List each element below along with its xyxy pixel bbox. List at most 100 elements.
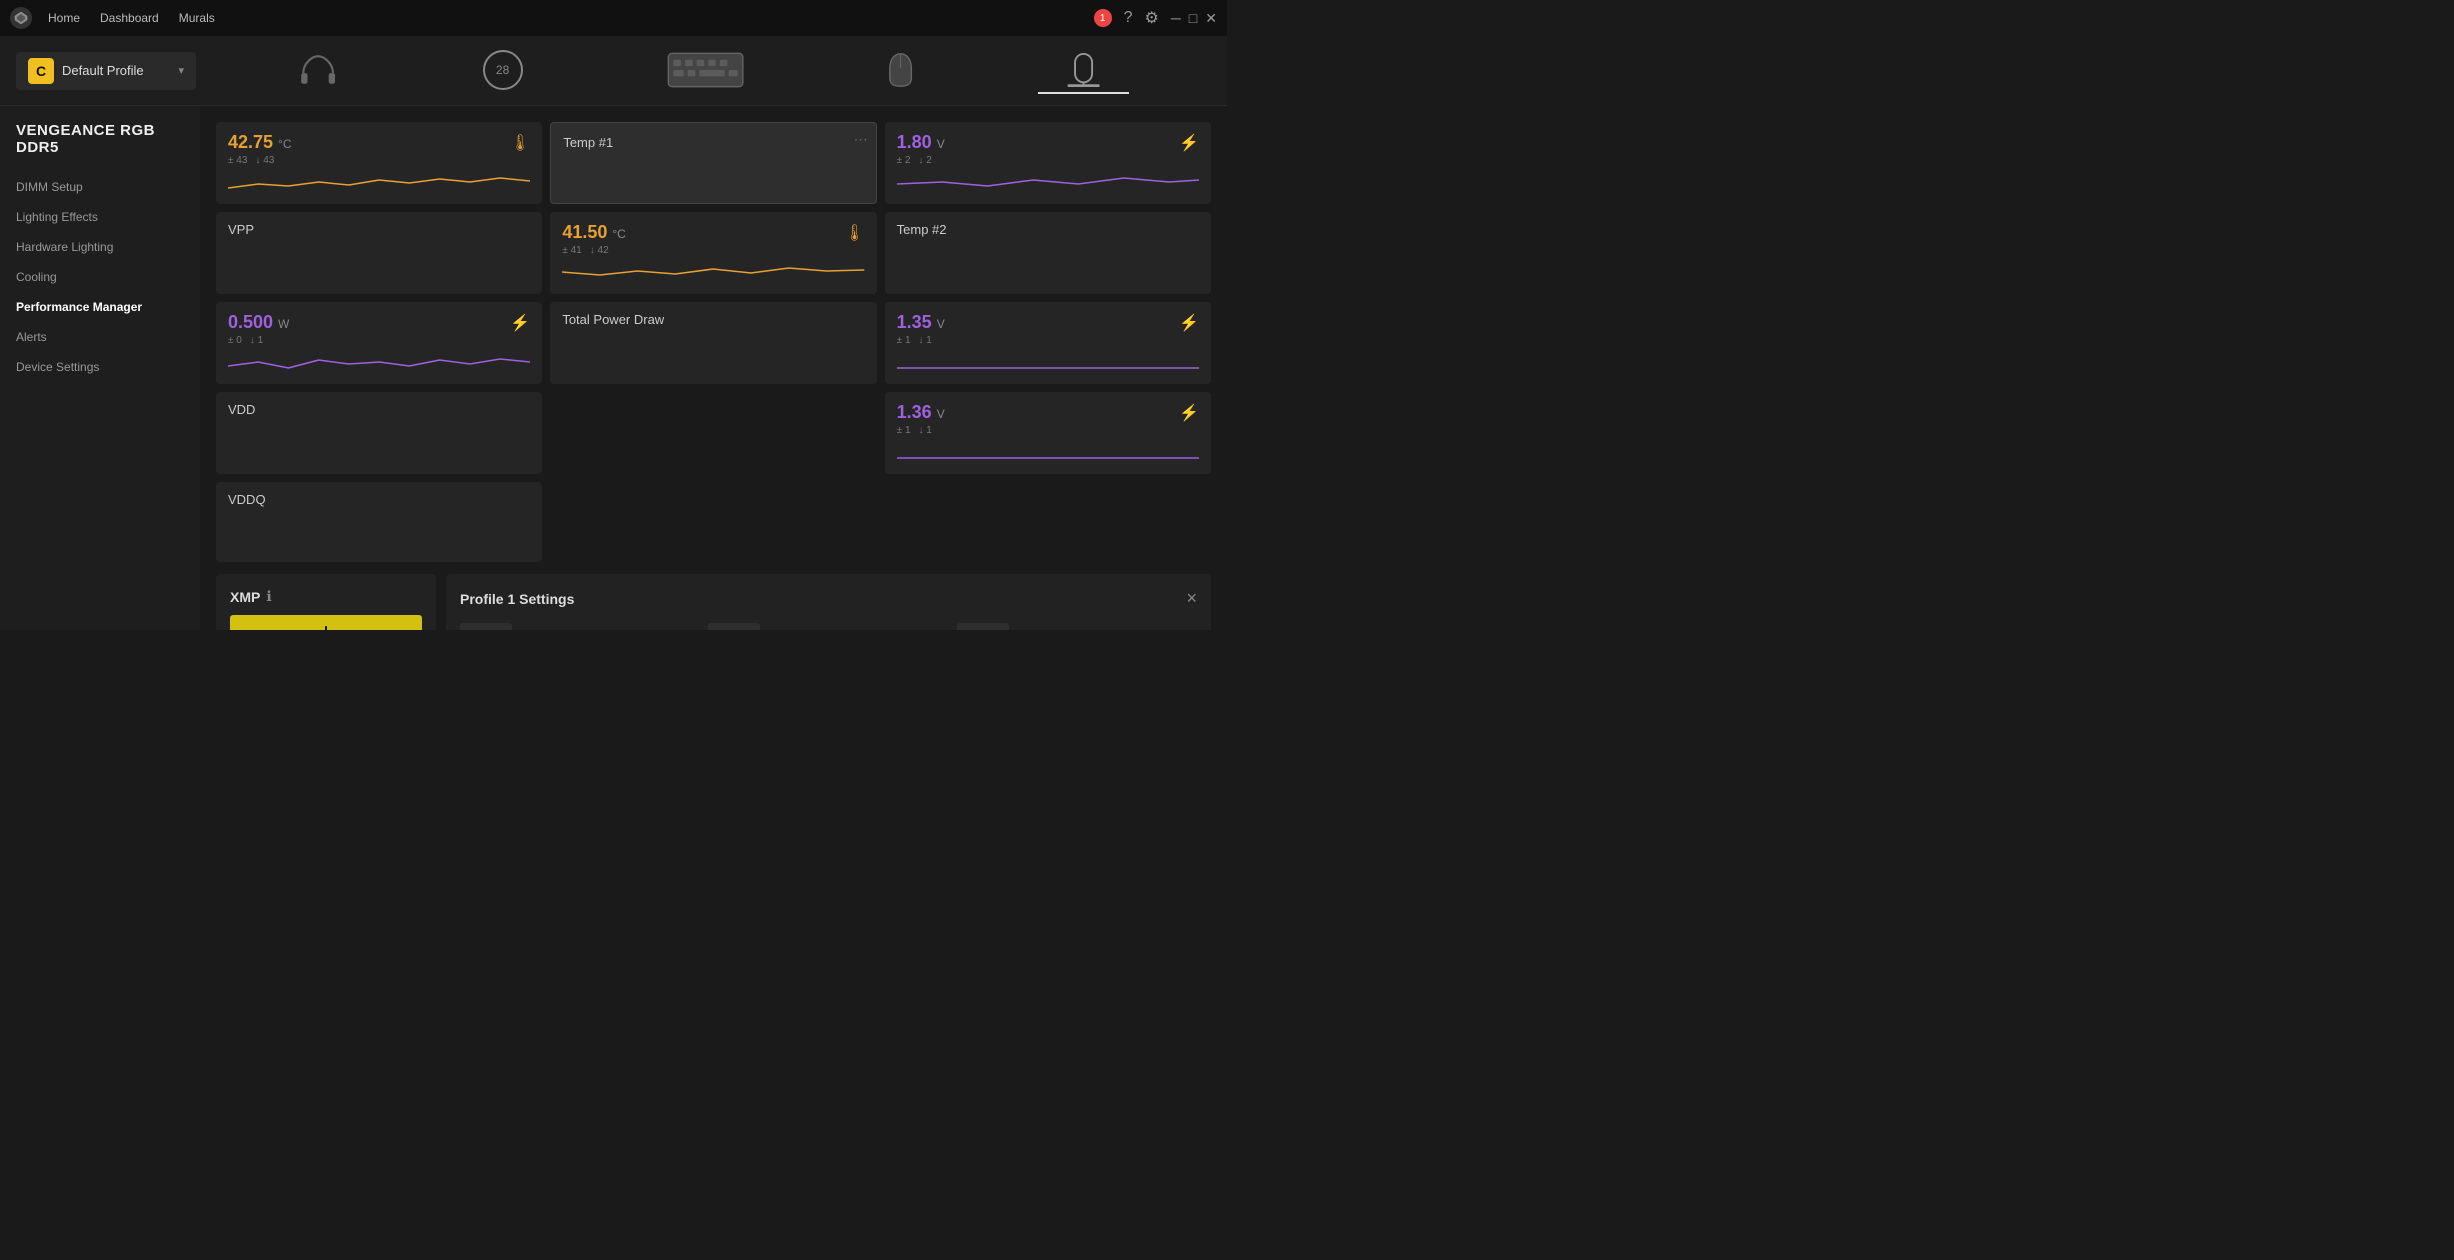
sidebar-item-alerts[interactable]: Alerts	[0, 322, 200, 352]
vddq-value: 1.36	[897, 402, 932, 423]
sensor-card-vdd-label: VDD	[216, 392, 542, 474]
sensor-card-vdd: 1.35 V ⚡ ± 1 ↓ 1	[885, 302, 1211, 384]
vdd-icon: ⚡	[1179, 313, 1199, 333]
xmp-info-icon[interactable]: ℹ	[266, 588, 271, 605]
vddq-unit: V	[937, 407, 945, 421]
setting-speed: 6,000 Speed (MT/s)	[957, 623, 1197, 630]
panel-title: Profile 1 Settings	[460, 591, 574, 607]
temp1-label: Temp #1	[563, 135, 613, 150]
profile-settings-panel: Profile 1 Settings × 1.800 VPP 1.350 VDD…	[446, 574, 1211, 630]
vpp-value: 1.80	[897, 132, 932, 153]
sensor-card-power-label: Total Power Draw	[550, 302, 876, 384]
vddq-label: VDDQ	[228, 492, 266, 507]
vpp-unit: V	[937, 137, 945, 151]
temp1-icon: 🌡	[510, 133, 530, 153]
help-icon[interactable]: ?	[1124, 9, 1133, 27]
device-headset-stand[interactable]	[1038, 48, 1129, 94]
vddq-icon: ⚡	[1179, 403, 1199, 423]
setting-vdd-vddq: 1.350 VDD / VDDQ	[708, 623, 948, 630]
close-button[interactable]: ✕	[1205, 10, 1217, 27]
xmp-add-button[interactable]: +	[230, 615, 422, 630]
gear-icon[interactable]: ⚙	[1145, 8, 1159, 28]
vdd-label: VDD	[228, 402, 255, 417]
sensor-card-vddq-label: VDDQ	[216, 482, 542, 562]
vpp-label: VPP	[228, 222, 254, 237]
temp1-minmax: ± 43 ↓ 43	[228, 155, 530, 166]
temp1-unit: °C	[278, 137, 291, 151]
setting-speed-label: Speed (MT/s)	[1017, 629, 1197, 630]
vpp-icon: ⚡	[1179, 133, 1199, 153]
vpp-minmax: ± 2 ↓ 2	[897, 155, 1199, 166]
nav-murals[interactable]: Murals	[179, 11, 215, 25]
temp2-label: Temp #2	[897, 222, 947, 237]
setting-vpp: 1.800 VPP	[460, 623, 700, 630]
temp2-icon: 🌡	[844, 223, 864, 243]
xmp-header: XMP ℹ	[230, 588, 422, 605]
power-value: 0.500	[228, 312, 273, 333]
sidebar-item-cooling[interactable]: Cooling	[0, 262, 200, 292]
profile-icon: C	[28, 58, 54, 84]
window-controls: ─ □ ✕	[1171, 10, 1217, 27]
power-label: Total Power Draw	[562, 312, 664, 327]
sensor-card-temp2: 41.50 °C 🌡 ± 41 ↓ 42	[550, 212, 876, 294]
sensor-card-temp1-label: Temp #1 ⋯	[550, 122, 876, 204]
profilebar: C Default Profile ▾ 28	[0, 36, 1227, 106]
sensor-grid: 42.75 °C 🌡 ± 43 ↓ 43 Temp	[216, 122, 1211, 562]
temp1-value: 42.75	[228, 132, 273, 153]
setting-vdd-vddq-value: 1.350	[708, 623, 760, 630]
device-keyboard[interactable]	[647, 48, 764, 94]
profile-name: Default Profile	[62, 63, 170, 78]
vddq-chart	[897, 440, 1199, 464]
power-icon: ⚡	[510, 313, 530, 333]
titlebar-right: 1 ? ⚙ ─ □ ✕	[1094, 8, 1217, 28]
temp2-chart	[562, 260, 864, 284]
xmp-panel: XMP ℹ + Profile 1 ⋯	[216, 574, 436, 630]
profile-dropdown-icon: ▾	[178, 64, 184, 77]
device-timer[interactable]: 28	[463, 46, 543, 96]
main-layout: VENGEANCE RGB DDR5 DIMM Setup Lighting E…	[0, 106, 1227, 630]
vpp-chart	[897, 170, 1199, 194]
xmp-title: XMP	[230, 589, 260, 605]
temp2-minmax: ± 41 ↓ 42	[562, 245, 864, 256]
power-minmax: ± 0 ↓ 1	[228, 335, 530, 346]
temp2-value: 41.50	[562, 222, 607, 243]
device-headset[interactable]	[278, 48, 358, 94]
nav-home[interactable]: Home	[48, 11, 80, 25]
titlebar-nav: Home Dashboard Murals	[48, 11, 1078, 25]
nav-dashboard[interactable]: Dashboard	[100, 11, 159, 25]
sidebar: VENGEANCE RGB DDR5 DIMM Setup Lighting E…	[0, 106, 200, 630]
sensor-card-vddq: 1.36 V ⚡ ± 1 ↓ 1	[885, 392, 1211, 474]
notification-badge[interactable]: 1	[1094, 9, 1112, 27]
profile-selector[interactable]: C Default Profile ▾	[16, 52, 196, 90]
setting-vpp-value: 1.800	[460, 623, 512, 630]
power-unit: W	[278, 317, 289, 331]
vdd-unit: V	[937, 317, 945, 331]
sidebar-item-device-settings[interactable]: Device Settings	[0, 352, 200, 382]
power-chart	[228, 350, 530, 374]
maximize-button[interactable]: □	[1189, 10, 1197, 27]
minimize-button[interactable]: ─	[1171, 10, 1181, 27]
app-logo	[10, 7, 32, 29]
setting-vpp-label: VPP	[520, 629, 700, 630]
bottom-area: XMP ℹ + Profile 1 ⋯ Profile 1 Settings ×	[216, 574, 1211, 630]
temp1-chart	[228, 170, 530, 194]
sensor-card-temp2-label: Temp #2	[885, 212, 1211, 294]
panel-close-button[interactable]: ×	[1186, 588, 1197, 609]
setting-vdd-vddq-label: VDD / VDDQ	[768, 629, 948, 630]
sidebar-item-dimm-setup[interactable]: DIMM Setup	[0, 172, 200, 202]
sensor-card-temp1: 42.75 °C 🌡 ± 43 ↓ 43	[216, 122, 542, 204]
sensor-card-vpp-label: VPP	[216, 212, 542, 294]
vdd-minmax: ± 1 ↓ 1	[897, 335, 1199, 346]
device-mouse[interactable]	[868, 48, 933, 94]
sidebar-item-hardware-lighting[interactable]: Hardware Lighting	[0, 232, 200, 262]
temp2-unit: °C	[612, 227, 625, 241]
temp1-more-icon[interactable]: ⋯	[854, 131, 868, 148]
setting-speed-value: 6,000	[957, 623, 1009, 630]
vddq-minmax: ± 1 ↓ 1	[897, 425, 1199, 436]
titlebar: Home Dashboard Murals 1 ? ⚙ ─ □ ✕	[0, 0, 1227, 36]
vdd-chart	[897, 350, 1199, 374]
sensor-card-vpp: 1.80 V ⚡ ± 2 ↓ 2	[885, 122, 1211, 204]
page-title: VENGEANCE RGB DDR5	[0, 122, 200, 172]
sidebar-item-performance-manager[interactable]: Performance Manager	[0, 292, 200, 322]
sidebar-item-lighting-effects[interactable]: Lighting Effects	[0, 202, 200, 232]
